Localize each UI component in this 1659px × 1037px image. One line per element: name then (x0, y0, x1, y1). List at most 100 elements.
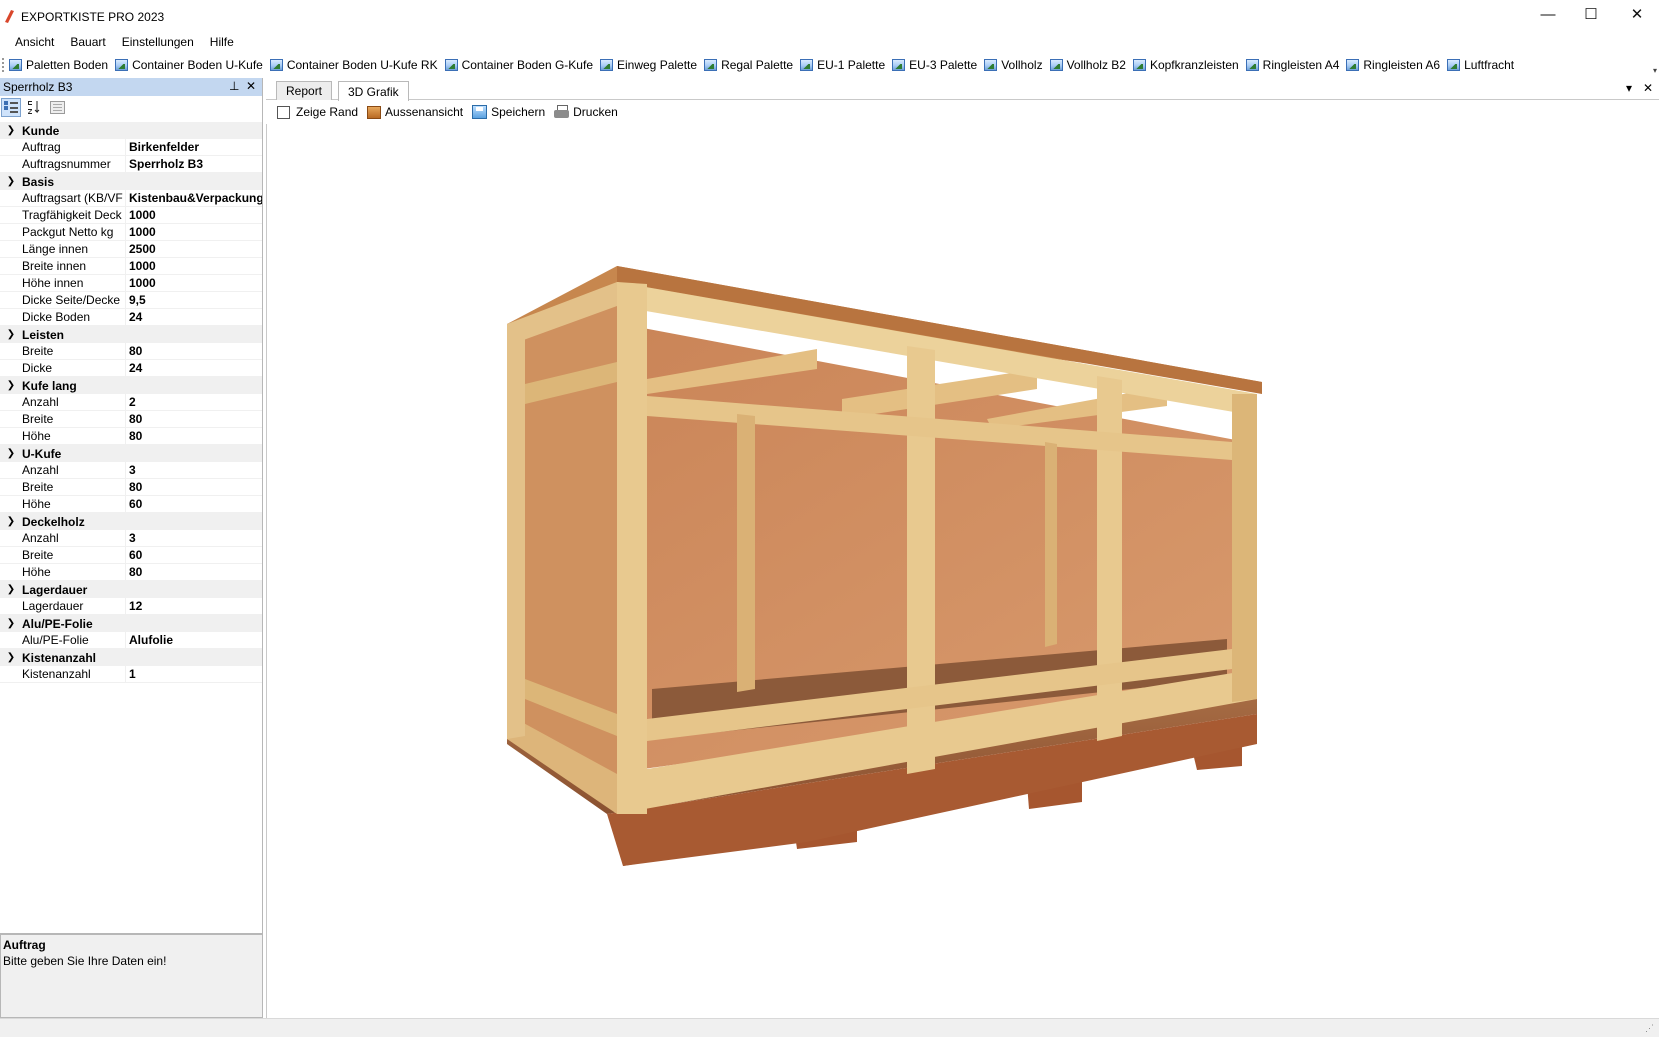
property-row[interactable]: Höhe 80 (0, 563, 262, 581)
chevron-down-icon[interactable]: ❯ (0, 448, 22, 459)
property-row[interactable]: Alu/PE-Folie Alufolie (0, 631, 262, 649)
category-deckelholz[interactable]: ❯ Deckelholz (0, 513, 262, 530)
toolbar-vollholz-b2[interactable]: Vollholz B2 (1049, 58, 1126, 72)
property-value[interactable]: 2500 (126, 242, 262, 256)
property-row[interactable]: Höhe 60 (0, 495, 262, 513)
panel-close-icon[interactable]: ✕ (246, 79, 256, 93)
outside-view-button[interactable]: Aussenansicht (367, 105, 463, 119)
category-u-kufe[interactable]: ❯ U-Kufe (0, 445, 262, 462)
toolbar-container-boden-g-kufe[interactable]: Container Boden G-Kufe (444, 58, 593, 72)
chevron-down-icon[interactable]: ❯ (0, 652, 22, 663)
toolbar-einweg-palette[interactable]: Einweg Palette (600, 58, 697, 72)
property-row[interactable]: Dicke Boden 24 (0, 308, 262, 326)
toolbar-ringleisten-a6[interactable]: Ringleisten A6 (1346, 58, 1440, 72)
property-row[interactable]: Packgut Netto kg 1000 (0, 223, 262, 241)
show-border-toggle[interactable]: Zeige Rand (277, 105, 358, 119)
property-value[interactable]: 1000 (126, 225, 262, 239)
property-value[interactable]: Sperrholz B3 (126, 157, 262, 171)
toolbar-ringleisten-a4[interactable]: Ringleisten A4 (1245, 58, 1339, 72)
property-value[interactable]: 60 (126, 548, 262, 562)
property-row[interactable]: Lagerdauer 12 (0, 597, 262, 615)
property-value[interactable]: 3 (126, 463, 262, 477)
maximize-button[interactable]: ☐ (1568, 0, 1614, 28)
property-row[interactable]: Länge innen 2500 (0, 240, 262, 258)
property-value[interactable]: 3 (126, 531, 262, 545)
toolbar-kopfkranzleisten[interactable]: Kopfkranzleisten (1132, 58, 1239, 72)
property-row[interactable]: Höhe 80 (0, 427, 262, 445)
chevron-down-icon[interactable]: ❯ (0, 380, 22, 391)
property-value[interactable]: Birkenfelder (126, 140, 262, 154)
print-button[interactable]: Drucken (554, 105, 618, 119)
chevron-down-icon[interactable]: ❯ (0, 584, 22, 595)
category-kistenanzahl[interactable]: ❯ Kistenanzahl (0, 649, 262, 666)
save-button[interactable]: Speichern (472, 105, 545, 119)
category-lagerdauer[interactable]: ❯ Lagerdauer (0, 581, 262, 598)
category-leisten[interactable]: ❯ Leisten (0, 326, 262, 343)
property-row[interactable]: Höhe innen 1000 (0, 274, 262, 292)
toolbar-container-boden-u-kufe-rk[interactable]: Container Boden U-Kufe RK (269, 58, 438, 72)
show-border-checkbox[interactable] (277, 105, 290, 119)
property-value[interactable]: 1000 (126, 259, 262, 273)
property-row[interactable]: Anzahl 3 (0, 461, 262, 479)
toolbar-luftfracht[interactable]: Luftfracht (1447, 58, 1514, 72)
property-row[interactable]: Dicke 24 (0, 359, 262, 377)
toolbar-grip[interactable] (2, 58, 6, 72)
property-value[interactable]: Alufolie (126, 633, 262, 647)
chevron-down-icon[interactable]: ❯ (0, 125, 22, 136)
property-row[interactable]: Dicke Seite/Decke 9,5 (0, 291, 262, 309)
property-value[interactable]: 1 (126, 667, 262, 681)
property-value[interactable]: 9,5 (126, 293, 262, 307)
category-kunde[interactable]: ❯ Kunde (0, 122, 262, 139)
property-value[interactable]: 2 (126, 395, 262, 409)
close-button[interactable]: ✕ (1614, 0, 1659, 28)
property-row[interactable]: Auftragsnummer Sperrholz B3 (0, 155, 262, 173)
property-row[interactable]: Auftrag Birkenfelder (0, 138, 262, 156)
category-basis[interactable]: ❯ Basis (0, 173, 262, 190)
category-alu-pe-folie[interactable]: ❯ Alu/PE-Folie (0, 615, 262, 632)
property-value[interactable]: 80 (126, 344, 262, 358)
property-row[interactable]: Auftragsart (KB/VF Kistenbau&Verpackung (0, 189, 262, 207)
close-document-icon[interactable]: ✕ (1643, 81, 1653, 95)
chevron-down-icon[interactable]: ❯ (0, 176, 22, 187)
property-row[interactable]: Breite 60 (0, 546, 262, 564)
property-row[interactable]: Anzahl 2 (0, 393, 262, 411)
resize-grip-icon[interactable]: ⋰ (1645, 1023, 1655, 1034)
property-row[interactable]: Breite innen 1000 (0, 257, 262, 275)
property-value[interactable]: 80 (126, 565, 262, 579)
toolbar-regal-palette[interactable]: Regal Palette (704, 58, 793, 72)
categorized-view-button[interactable] (1, 97, 21, 117)
pin-icon[interactable]: ⊥ (229, 79, 239, 93)
toolbar-eu3-palette[interactable]: EU-3 Palette (892, 58, 977, 72)
toolbar-container-boden-u-kufe[interactable]: Container Boden U-Kufe (115, 58, 263, 72)
property-value[interactable]: 60 (126, 497, 262, 511)
toolbar-vollholz[interactable]: Vollholz (984, 58, 1043, 72)
tab-report[interactable]: Report (276, 81, 333, 100)
menu-einstellungen[interactable]: Einstellungen (114, 35, 202, 49)
property-value[interactable]: Kistenbau&Verpackung (126, 191, 262, 205)
property-row[interactable]: Anzahl 3 (0, 529, 262, 547)
property-value[interactable]: 24 (126, 310, 262, 324)
tab-3d-grafik[interactable]: 3D Grafik (338, 81, 409, 101)
3d-viewport[interactable] (266, 124, 1659, 1018)
property-value[interactable]: 80 (126, 412, 262, 426)
toolbar-eu1-palette[interactable]: EU-1 Palette (800, 58, 885, 72)
property-row[interactable]: Kistenanzahl 1 (0, 665, 262, 683)
property-value[interactable]: 80 (126, 429, 262, 443)
menu-hilfe[interactable]: Hilfe (202, 35, 242, 49)
property-row[interactable]: Tragfähigkeit Deck 1000 (0, 206, 262, 224)
chevron-down-icon[interactable]: ❯ (0, 516, 22, 527)
property-pages-button[interactable] (47, 98, 67, 117)
property-value[interactable]: 1000 (126, 208, 262, 222)
tab-list-dropdown-icon[interactable]: ▾ (1626, 81, 1632, 95)
toolbar-overflow-icon[interactable]: ▾ (1653, 66, 1657, 75)
chevron-down-icon[interactable]: ❯ (0, 329, 22, 340)
menu-bauart[interactable]: Bauart (62, 35, 113, 49)
property-value[interactable]: 24 (126, 361, 262, 375)
minimize-button[interactable]: — (1525, 0, 1571, 28)
category-kufe-lang[interactable]: ❯ Kufe lang (0, 377, 262, 394)
property-value[interactable]: 1000 (126, 276, 262, 290)
toolbar-paletten-boden[interactable]: Paletten Boden (9, 58, 108, 72)
property-row[interactable]: Breite 80 (0, 478, 262, 496)
property-row[interactable]: Breite 80 (0, 410, 262, 428)
property-value[interactable]: 12 (126, 599, 262, 613)
